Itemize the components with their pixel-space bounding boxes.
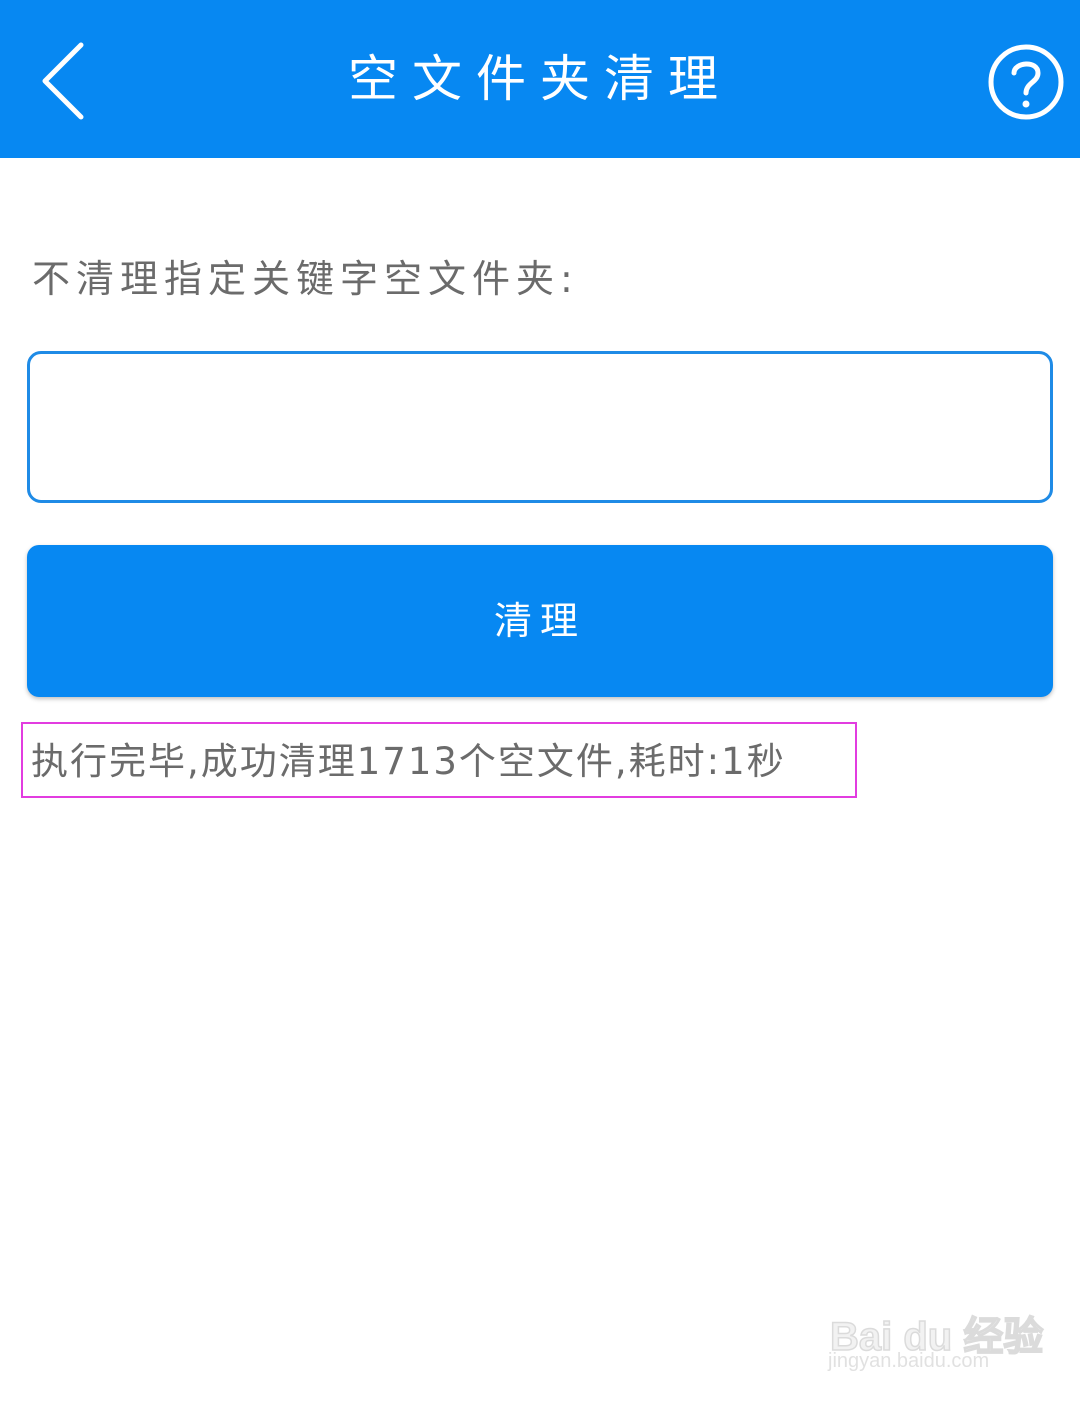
result-message: 执行完毕,成功清理1713个空文件,耗时:1秒 (31, 740, 786, 783)
exclude-keyword-label: 不清理指定关键字空文件夹: (32, 257, 579, 301)
question-circle-icon (988, 44, 1064, 120)
app-header: 空文件夹清理 (0, 0, 1080, 158)
keyword-input[interactable] (27, 351, 1053, 503)
result-highlight-box: 执行完毕,成功清理1713个空文件,耗时:1秒 (21, 722, 857, 798)
page-title: 空文件夹清理 (348, 50, 732, 108)
baidu-jingyan-watermark: Bai du 经验 jingyan.baidu.com (826, 1286, 1044, 1386)
help-button[interactable] (986, 42, 1066, 122)
clean-button[interactable]: 清理 (27, 545, 1053, 697)
watermark-url: jingyan.baidu.com (828, 1350, 990, 1372)
